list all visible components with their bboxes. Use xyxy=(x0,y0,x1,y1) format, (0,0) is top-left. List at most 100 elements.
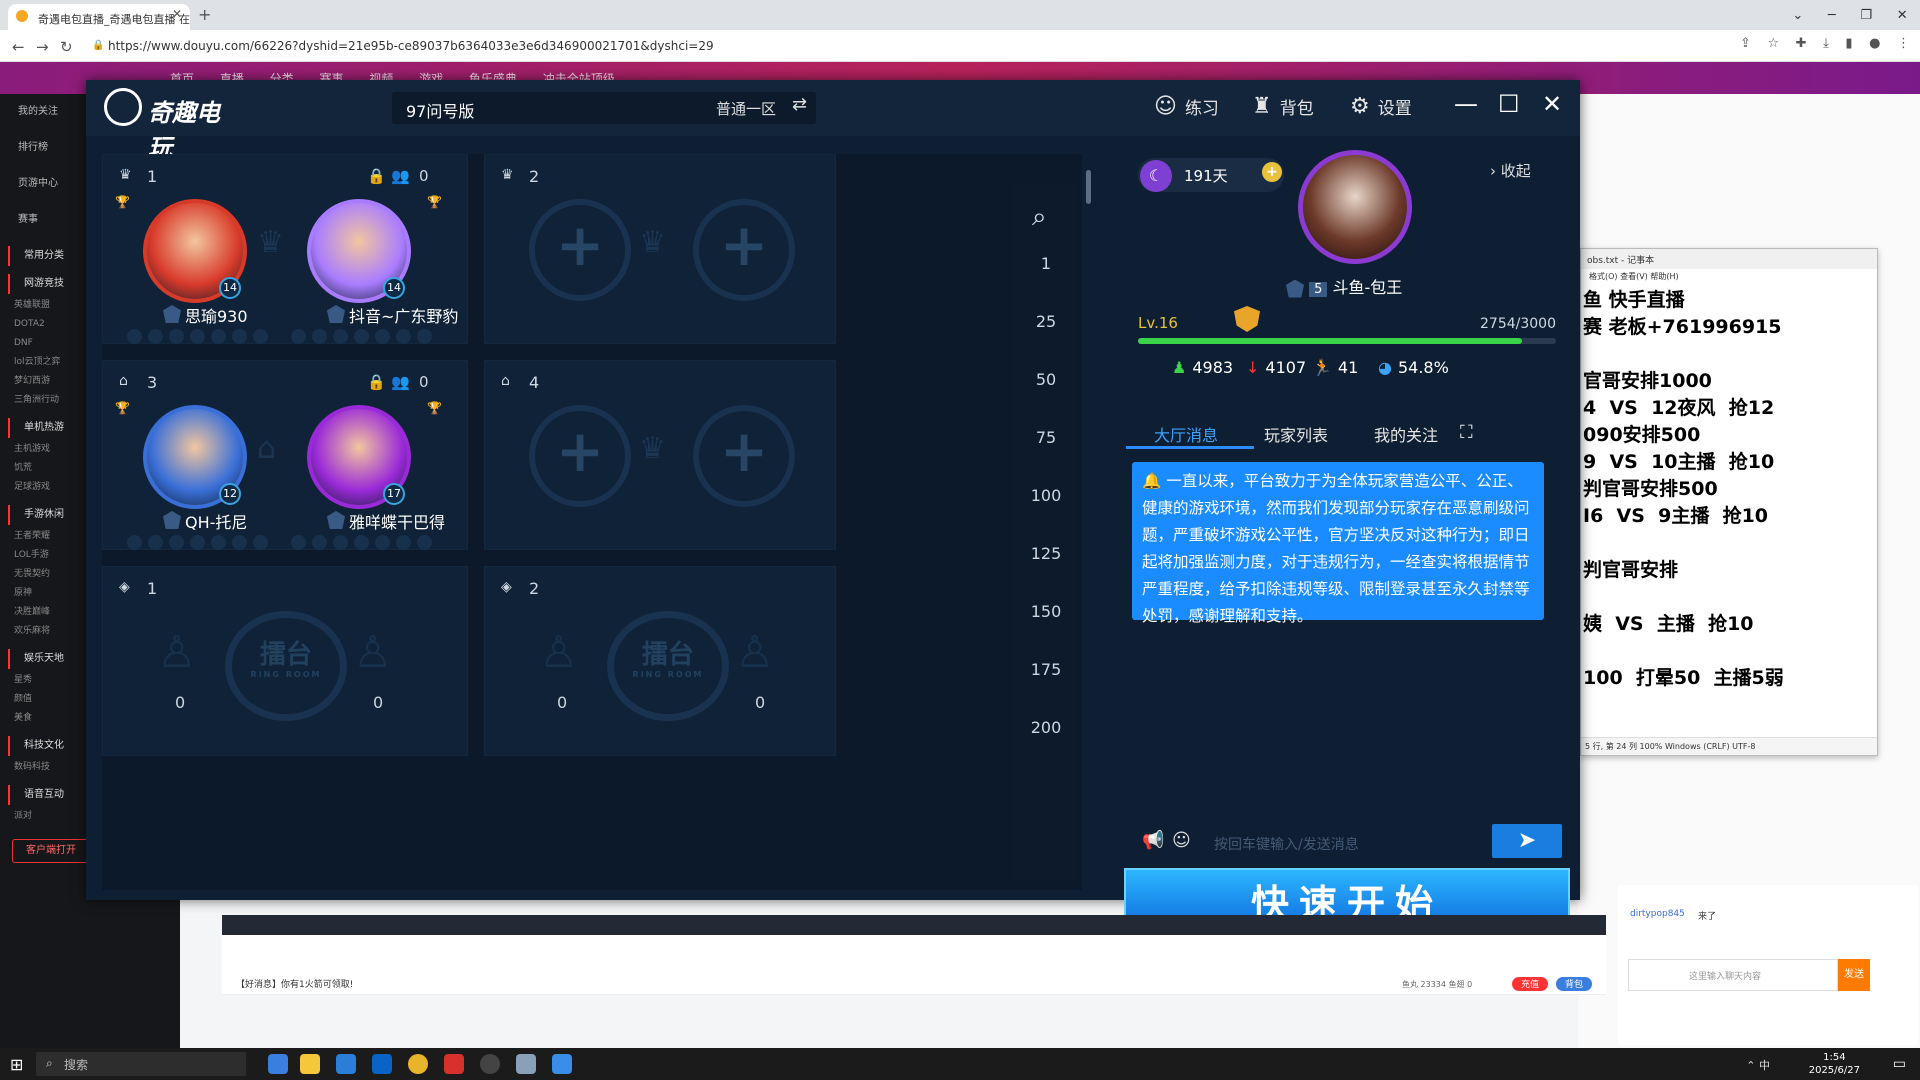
taskbar-clock[interactable]: 1:54 2025/6/27 xyxy=(1809,1051,1860,1077)
room-card[interactable]: ⌂ 3 🔒 👥 0 ⌂ 🏆 🏆 12 QH-托尼 17 雅咩蝶干巴得 xyxy=(102,360,468,550)
chrome-icon[interactable] xyxy=(408,1054,428,1074)
notepad-icon[interactable] xyxy=(516,1054,536,1074)
badge-slot xyxy=(417,329,432,344)
stream-inner-taskbar xyxy=(222,915,1606,935)
maximize-icon[interactable]: ☐ xyxy=(1498,90,1520,118)
backpack-label: 背包 xyxy=(1279,99,1314,119)
notification-icon[interactable]: ▭ xyxy=(1893,1056,1906,1072)
scale-tick[interactable]: 1 xyxy=(1014,254,1078,273)
store-icon[interactable] xyxy=(336,1054,356,1074)
taskview-icon[interactable] xyxy=(268,1054,288,1074)
game-chat-input[interactable]: 按回车键输入/发送消息 xyxy=(1204,828,1464,856)
megaphone-icon[interactable]: 📢 xyxy=(1142,830,1164,851)
join-seat-button[interactable]: + xyxy=(529,405,631,507)
collapse-button[interactable]: › 收起 xyxy=(1490,160,1531,181)
app-icon[interactable] xyxy=(552,1054,572,1074)
close-tab-icon[interactable]: ✕ xyxy=(172,7,182,21)
backpack-button[interactable]: ♜ 背包 xyxy=(1252,94,1314,119)
join-seat-button[interactable]: + xyxy=(693,199,795,301)
star-icon[interactable]: ☆ xyxy=(1767,36,1779,56)
room-card[interactable]: ♛ 2 + ♛ + xyxy=(484,154,836,344)
room-number: 1 xyxy=(147,167,158,186)
outlook-icon[interactable] xyxy=(372,1054,392,1074)
charge-button[interactable]: 充值 xyxy=(1512,977,1548,991)
extension-toolbar: ⇪ ☆ ✚ ⤓ ▮ ● ⋮ xyxy=(1740,36,1910,56)
notice-text: 一直以来，平台致力于为全体玩家营造公平、公正、健康的游戏环境，然而我们发现部分玩… xyxy=(1142,472,1530,625)
windows-start-icon[interactable]: ⊞ xyxy=(10,1055,23,1074)
chevron-down-icon[interactable]: ⌄ xyxy=(1792,8,1803,23)
add-days-button[interactable]: + xyxy=(1262,162,1282,182)
scale-tick[interactable]: 50 xyxy=(1014,370,1078,389)
download-icon[interactable]: ⤓ xyxy=(1823,36,1829,56)
join-seat-button[interactable]: + xyxy=(529,199,631,301)
bag-button[interactable]: 背包 xyxy=(1556,977,1592,991)
back-icon[interactable]: ← xyxy=(12,38,25,56)
scale-tick[interactable]: 200 xyxy=(1014,718,1078,737)
url-field[interactable]: https://www.douyu.com/66226?dyshid=21e95… xyxy=(90,36,1740,58)
emoji-icon[interactable]: ☺ xyxy=(1172,830,1191,851)
scale-tick[interactable]: 100 xyxy=(1014,486,1078,505)
rank-icon xyxy=(1286,279,1304,298)
room-card[interactable]: ◈ 2 ♙ ♙ 擂台 RING ROOM 0 0 xyxy=(484,566,836,756)
join-seat-button[interactable]: + xyxy=(693,405,795,507)
ring-subtitle: RING ROOM xyxy=(632,670,704,679)
puzzle-icon[interactable]: ✚ xyxy=(1796,36,1807,56)
room-card[interactable]: ⌂ 4 + ♛ + xyxy=(484,360,836,550)
new-tab-button[interactable]: + xyxy=(198,5,211,24)
search-icon[interactable]: ⌕ xyxy=(1032,202,1047,233)
tray-chevron-icon: ⌃ xyxy=(1746,1059,1756,1072)
system-tray[interactable]: ⌃ 中 xyxy=(1746,1057,1770,1073)
practice-button[interactable]: ☺ 练习 xyxy=(1154,94,1219,119)
room-card[interactable]: ◈ 1 ♙ ♙ 擂台 RING ROOM 0 0 xyxy=(102,566,468,756)
share-icon[interactable]: ⇪ xyxy=(1740,36,1751,56)
scale-tick[interactable]: 125 xyxy=(1014,544,1078,563)
swap-icon[interactable]: ⇄ xyxy=(792,94,807,115)
room-card[interactable]: ♛ 1 🔒 👥 0 ♛ 🏆 🏆 14 思瑜930 14 抖音~广东野豹 xyxy=(102,154,468,344)
player-name[interactable]: 抖音~广东野豹 xyxy=(349,303,458,327)
minimize-icon[interactable]: ─ xyxy=(1828,8,1836,23)
player-name[interactable]: QH-托尼 xyxy=(185,509,247,533)
player-name[interactable]: 思瑜930 xyxy=(185,303,248,327)
bottom-notice[interactable]: 【好消息】你有1火箭可领取! xyxy=(236,977,353,990)
player-avatar[interactable] xyxy=(1298,150,1412,264)
scale-tick[interactable]: 75 xyxy=(1014,428,1078,447)
wps-icon[interactable] xyxy=(444,1054,464,1074)
forward-icon[interactable]: → xyxy=(36,38,49,56)
chat-input[interactable]: 这里输入聊天内容 xyxy=(1628,959,1838,991)
taskbar-search[interactable]: 搜索 xyxy=(36,1052,246,1076)
sidebar-icon[interactable]: ▮ xyxy=(1845,36,1852,56)
scale-tick[interactable]: 150 xyxy=(1014,602,1078,621)
settings-button[interactable]: ⚙ 设置 xyxy=(1350,94,1412,119)
expand-icon[interactable]: ⛶ xyxy=(1460,422,1473,443)
tab-lobby-messages[interactable]: 大厅消息 xyxy=(1154,422,1218,446)
sidebar-action-button[interactable]: 客户端打开 xyxy=(12,839,90,863)
clock-date: 2025/6/27 xyxy=(1808,1065,1860,1076)
restore-icon[interactable]: ❐ xyxy=(1860,8,1872,23)
badge-slot xyxy=(169,535,184,550)
player-name[interactable]: 雅咩蝶干巴得 xyxy=(349,509,445,533)
profile-icon[interactable]: ● xyxy=(1869,36,1880,56)
scale-tick[interactable]: 175 xyxy=(1014,660,1078,679)
tab-player-list[interactable]: 玩家列表 xyxy=(1264,422,1328,446)
obs-icon[interactable] xyxy=(480,1054,500,1074)
room-number: 1 xyxy=(147,579,158,598)
scrollbar[interactable] xyxy=(1086,170,1091,204)
minimize-icon[interactable]: — xyxy=(1454,90,1478,118)
region-label[interactable]: 普通一区 xyxy=(716,98,776,119)
close-icon[interactable]: ✕ xyxy=(1542,90,1562,118)
reload-icon[interactable]: ↻ xyxy=(60,38,73,56)
menu-icon[interactable]: ⋮ xyxy=(1897,36,1910,56)
notepad-menu[interactable]: 格式(O) 查看(V) 帮助(H) xyxy=(1581,269,1877,285)
badge-slot xyxy=(190,329,205,344)
send-button[interactable]: ➤ xyxy=(1492,824,1562,858)
chat-send-button[interactable]: 发送 xyxy=(1838,959,1870,991)
folder-icon[interactable] xyxy=(300,1054,320,1074)
lock-icon: 🔒 xyxy=(367,373,386,391)
browser-tab[interactable]: 奇遇电包直播_奇遇电包直播 在 xyxy=(8,4,190,30)
tab-my-follows[interactable]: 我的关注 xyxy=(1374,422,1438,446)
scale-tick[interactable]: 25 xyxy=(1014,312,1078,331)
room-type-icon: ◈ xyxy=(501,579,512,595)
notepad-text[interactable]: 鱼 快手直播 赛 老板+761996915 官哥安排1000 4 VS 12夜风… xyxy=(1581,285,1861,733)
close-icon[interactable]: ✕ xyxy=(1897,8,1908,23)
chat-user[interactable]: dirtypop845 xyxy=(1630,909,1685,919)
